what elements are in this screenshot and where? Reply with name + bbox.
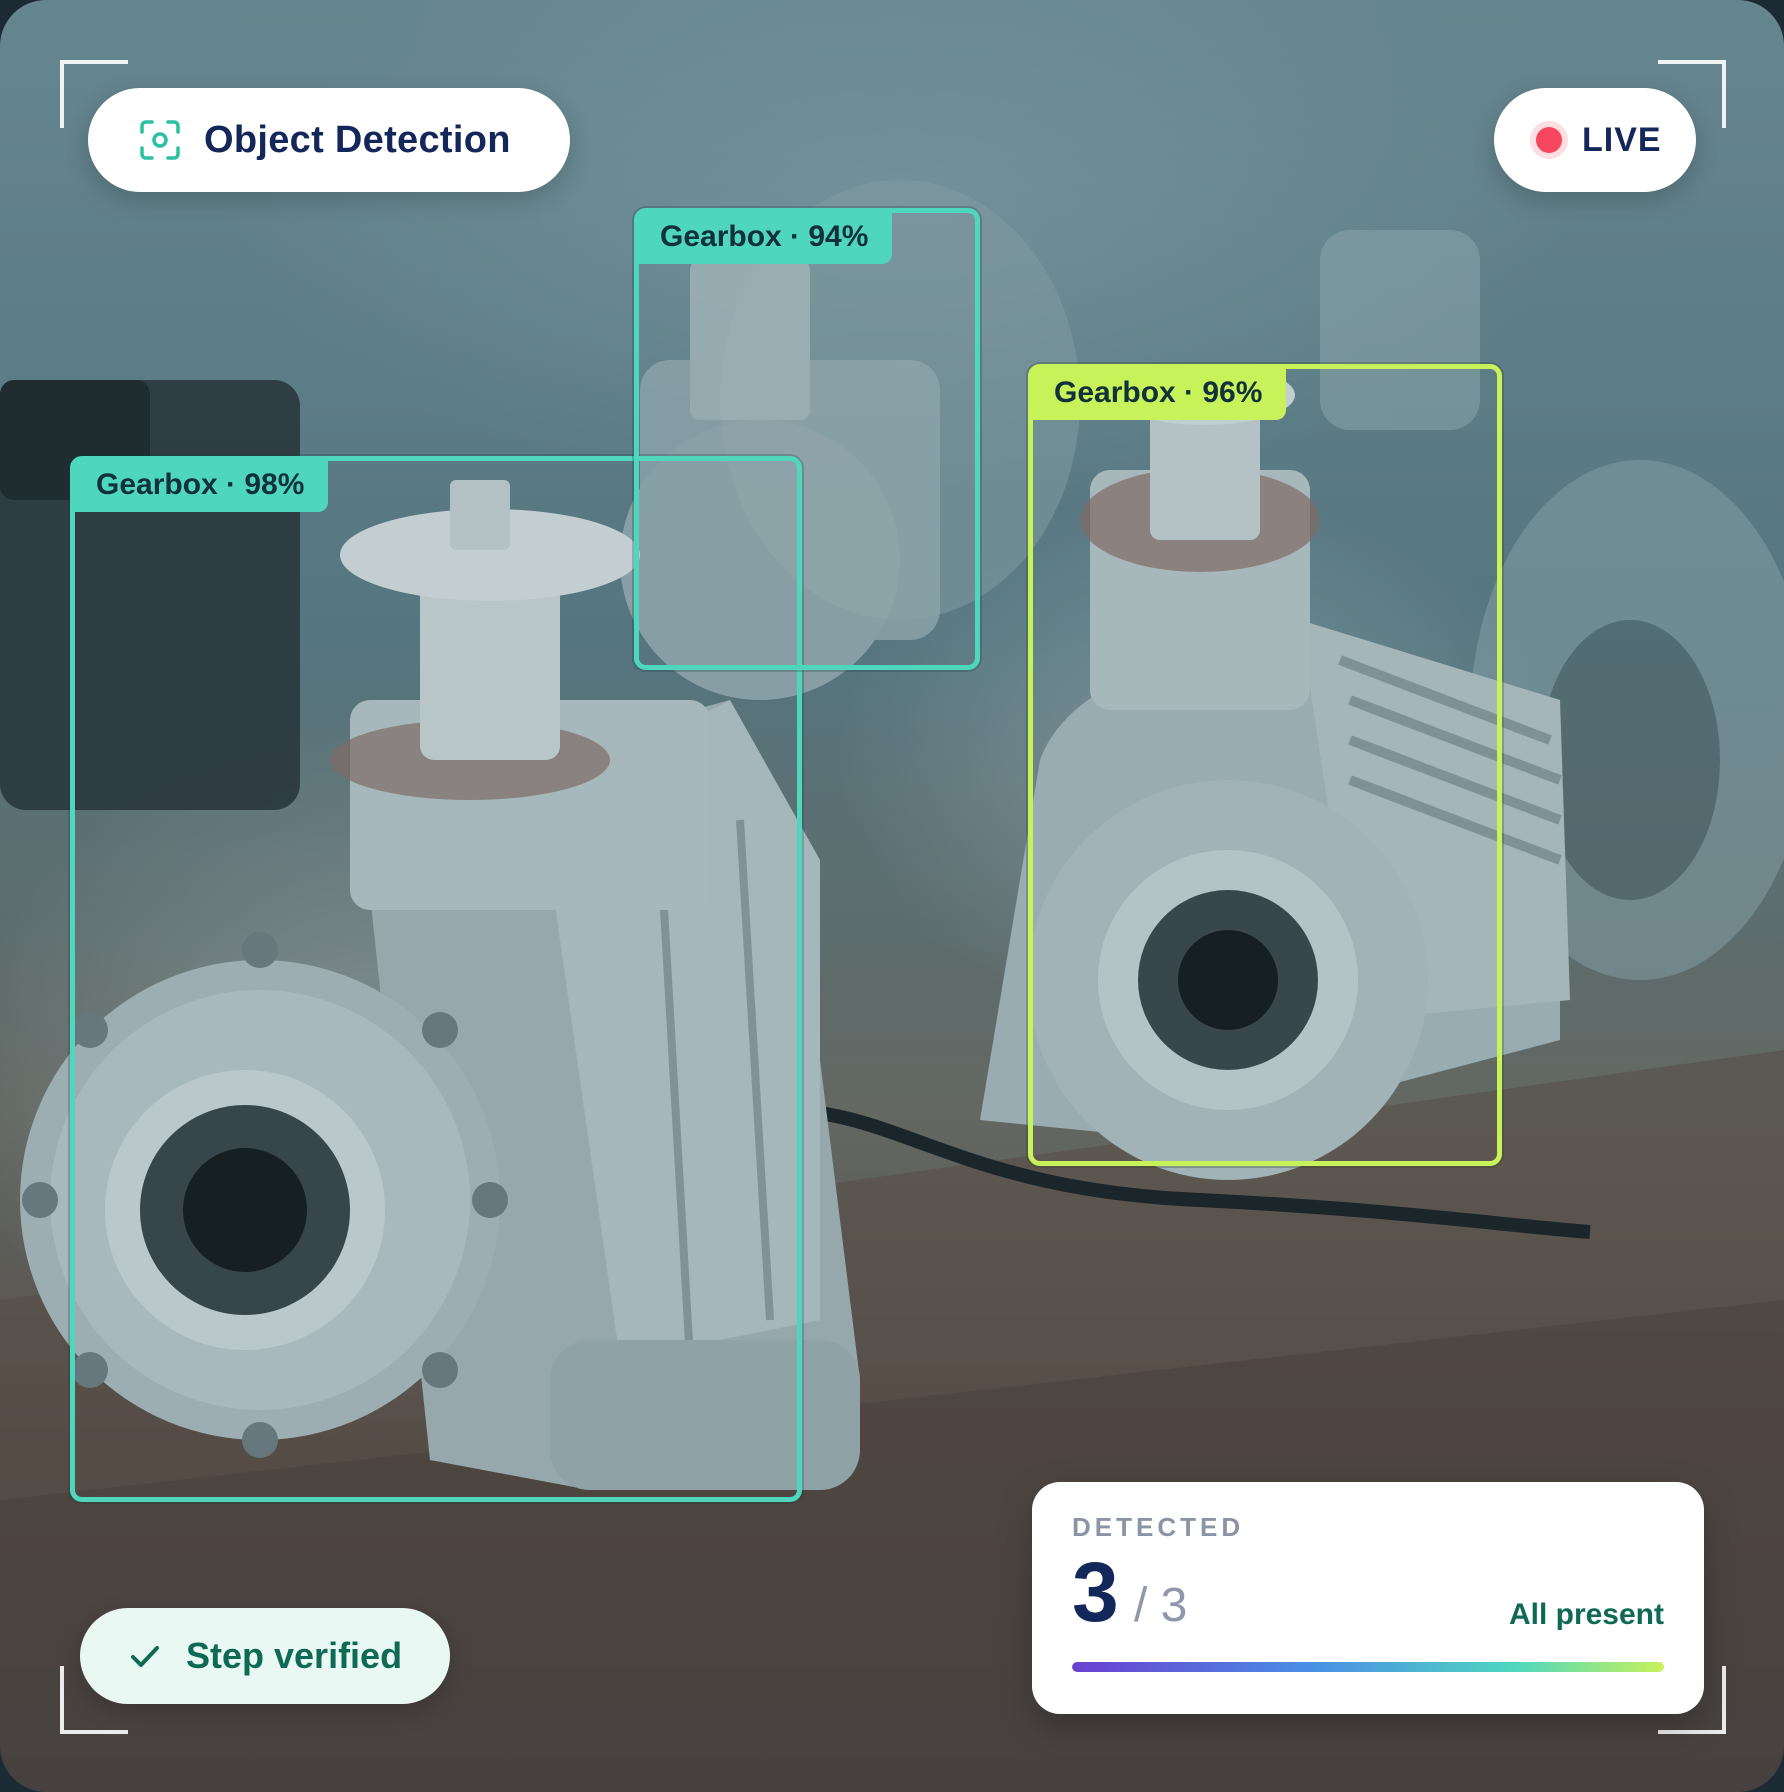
summary-caption: DETECTED bbox=[1072, 1512, 1245, 1542]
step-verified-label: Step verified bbox=[186, 1635, 403, 1676]
detected-total: / 3 bbox=[1134, 1579, 1188, 1632]
step-verified-badge: Step verified bbox=[80, 1608, 450, 1704]
detection-progress-fill bbox=[1072, 1662, 1664, 1672]
mode-title-pill: Object Detection bbox=[88, 88, 570, 192]
live-label: LIVE bbox=[1582, 120, 1662, 159]
detection-box-gearbox-96[interactable]: Gearbox · 96% bbox=[1028, 364, 1502, 1166]
detection-label: Gearbox · 94% bbox=[636, 210, 893, 264]
mode-title: Object Detection bbox=[204, 118, 511, 161]
live-dot-icon bbox=[1536, 127, 1562, 153]
detection-progress-bar bbox=[1072, 1662, 1664, 1672]
camera-viewport: Object Detection LIVE Gearbox · 98% Gear… bbox=[0, 0, 1784, 1792]
detected-count: 3 bbox=[1072, 1545, 1119, 1639]
live-indicator: LIVE bbox=[1494, 88, 1696, 192]
detection-label: Gearbox · 96% bbox=[1030, 366, 1287, 420]
detection-box-gearbox-94[interactable]: Gearbox · 94% bbox=[634, 208, 980, 670]
detection-label: Gearbox · 98% bbox=[72, 458, 329, 512]
scan-camera-icon bbox=[138, 118, 182, 162]
check-icon bbox=[128, 1639, 162, 1673]
summary-status: All present bbox=[1508, 1598, 1664, 1631]
detection-summary-card: DETECTED 3 / 3 All present bbox=[1032, 1482, 1704, 1714]
